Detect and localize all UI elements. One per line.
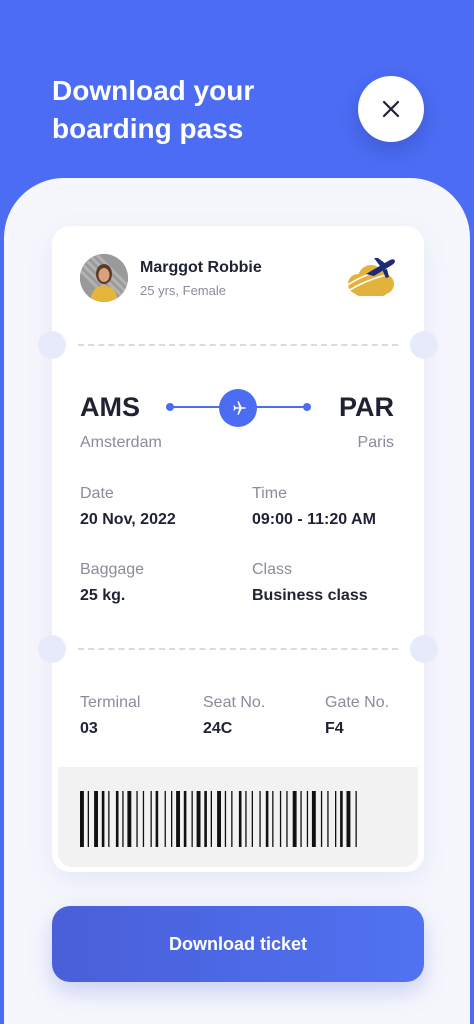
- class-value: Business class: [252, 587, 368, 604]
- route-plane-badge: [219, 389, 257, 427]
- destination-city: Paris: [357, 434, 394, 451]
- barcode-bar: [259, 791, 261, 847]
- airplane-icon: [233, 401, 246, 415]
- barcode-bar: [231, 791, 233, 847]
- ticket-notch-left: [38, 331, 66, 359]
- barcode-bar: [306, 791, 309, 847]
- ticket-notch-right: [410, 331, 438, 359]
- barcode-bar: [286, 791, 288, 847]
- barcode-bar: [176, 791, 180, 847]
- barcode-bar: [164, 791, 166, 847]
- barcode-bar: [136, 791, 138, 847]
- ticket-divider: [78, 648, 398, 650]
- barcode-bar: [320, 791, 323, 847]
- barcode-bar: [265, 791, 269, 847]
- terminal-label: Terminal: [80, 694, 141, 711]
- seat-label: Seat No.: [203, 694, 266, 711]
- time-value: 09:00 - 11:20 AM: [252, 511, 376, 528]
- barcode-bar: [279, 791, 282, 847]
- destination-code: PAR: [338, 392, 394, 422]
- barcode-bar: [224, 791, 227, 847]
- barcode-bar: [150, 791, 152, 847]
- passenger-meta: 25 yrs, Female: [140, 283, 226, 298]
- barcode-bar: [196, 791, 201, 847]
- barcode-bar: [300, 791, 302, 847]
- barcode-bar: [101, 791, 105, 847]
- route-dot: [303, 403, 311, 411]
- gate-value: F4: [325, 720, 344, 737]
- page-title: Download your boarding pass: [52, 75, 255, 144]
- date-label: Date: [80, 485, 114, 502]
- barcode-bar: [183, 791, 187, 847]
- baggage-value: 25 kg.: [80, 587, 126, 604]
- close-icon: [382, 100, 400, 118]
- barcode-bar: [292, 791, 297, 847]
- barcode-bar: [311, 791, 316, 847]
- barcode-panel: [58, 767, 418, 867]
- class-label: Class: [252, 561, 293, 578]
- avatar: [80, 254, 128, 302]
- barcode-bar: [245, 791, 247, 847]
- barcode: [80, 791, 357, 847]
- passenger-name: Marggot Robbie: [140, 259, 262, 276]
- barcode-bar: [155, 791, 159, 847]
- barcode-bar: [327, 791, 329, 847]
- boarding-pass-card: Marggot Robbie 25 yrs, Female AMS Amster…: [38, 226, 438, 872]
- barcode-bar: [238, 791, 242, 847]
- barcode-bar: [340, 791, 343, 847]
- barcode-bar: [335, 791, 337, 847]
- barcode-bar: [217, 791, 221, 847]
- barcode-bar: [355, 791, 357, 847]
- time-label: Time: [252, 485, 287, 502]
- ticket-notch-left: [38, 635, 66, 663]
- barcode-bar: [210, 791, 212, 847]
- barcode-bar: [204, 791, 207, 847]
- barcode-bar: [251, 791, 253, 847]
- route-dot: [166, 403, 174, 411]
- gate-label: Gate No.: [325, 694, 390, 711]
- barcode-bar: [122, 791, 124, 847]
- barcode-bar: [94, 791, 98, 847]
- barcode-bar: [80, 791, 84, 847]
- close-button[interactable]: [358, 76, 424, 142]
- barcode-bar: [108, 791, 110, 847]
- download-ticket-button[interactable]: Download ticket: [52, 906, 424, 982]
- barcode-bar: [115, 791, 119, 847]
- airline-logo-icon: [345, 258, 395, 296]
- date-value: 20 Nov, 2022: [80, 511, 176, 528]
- terminal-value: 03: [80, 720, 98, 737]
- ticket-notch-right: [410, 635, 438, 663]
- barcode-bar: [87, 791, 89, 847]
- barcode-bar: [272, 791, 274, 847]
- origin-code: AMS: [80, 392, 140, 422]
- seat-value: 24C: [203, 720, 233, 737]
- barcode-bar: [346, 791, 351, 847]
- barcode-bar: [142, 791, 145, 847]
- origin-city: Amsterdam: [80, 434, 162, 451]
- barcode-bar: [191, 791, 193, 847]
- barcode-bar: [127, 791, 132, 847]
- barcode-bar: [171, 791, 173, 847]
- baggage-label: Baggage: [80, 561, 145, 578]
- ticket-divider: [78, 344, 398, 346]
